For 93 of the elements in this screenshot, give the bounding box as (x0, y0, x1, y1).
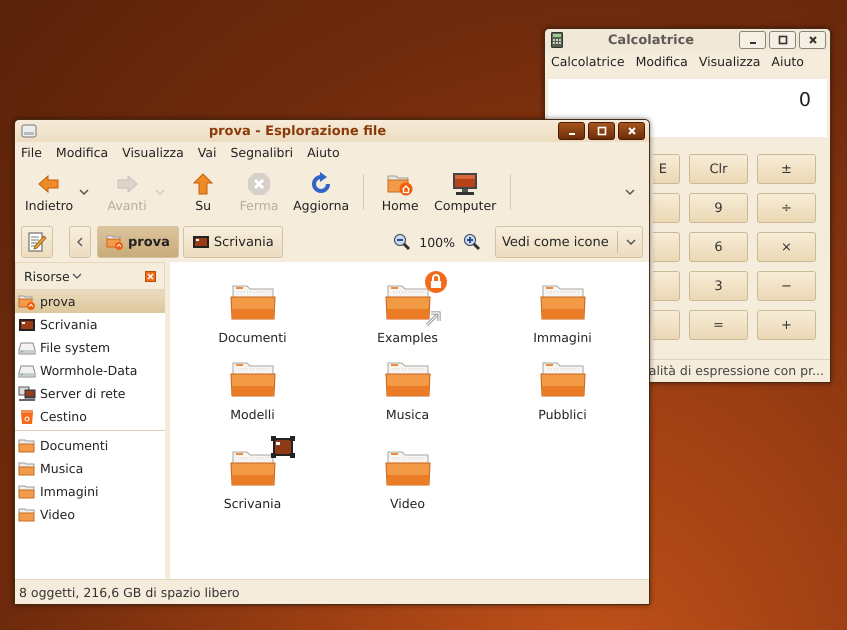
calculator-key[interactable]: + (757, 310, 816, 340)
network-icon (18, 386, 36, 402)
menu-item[interactable]: Visualizza (698, 54, 760, 69)
calculator-key[interactable]: 9 (689, 193, 748, 223)
maximize-button[interactable] (769, 31, 796, 49)
folder-item[interactable]: Documenti (175, 268, 330, 345)
home-folder-icon (106, 234, 124, 250)
zoom-level: 100% (419, 234, 455, 250)
folder-item[interactable]: Pubblici (485, 345, 640, 422)
zoom-out-icon[interactable] (393, 233, 412, 251)
close-icon (808, 35, 818, 45)
folder-icon (18, 438, 36, 454)
calculator-key[interactable]: × (757, 232, 816, 262)
menu-item[interactable]: Calcolatrice (551, 54, 625, 69)
calculator-key[interactable]: E (653, 154, 680, 184)
folder-item[interactable]: Video (330, 434, 485, 511)
menu-item[interactable]: Vai (198, 145, 216, 160)
folder-item[interactable]: Immagini (485, 268, 640, 345)
sidebar-item[interactable]: Video (15, 503, 165, 526)
close-icon[interactable] (145, 270, 156, 282)
menu-item[interactable]: Visualizza (122, 145, 184, 160)
menu-item[interactable]: Modifica (56, 145, 108, 160)
chevron-down-icon (626, 239, 636, 245)
toolbar-button[interactable]: Indietro (21, 172, 78, 212)
window-title: Calcolatrice (606, 32, 696, 48)
sidebar-item[interactable]: Server di rete (15, 382, 165, 405)
close-button[interactable] (799, 31, 826, 49)
drive-icon (18, 362, 36, 378)
sidebar-item[interactable]: prova (15, 290, 165, 313)
maximize-icon (778, 35, 788, 45)
calculator-key[interactable]: − (757, 271, 816, 301)
chevron-down-icon[interactable] (625, 189, 635, 195)
close-icon (626, 126, 636, 136)
calculator-key[interactable]: = (689, 310, 748, 340)
folder-icon (18, 506, 36, 522)
menu-item[interactable]: Aiuto (771, 54, 804, 69)
path-button[interactable]: Scrivania (182, 226, 283, 258)
notepad-icon (27, 231, 47, 253)
chevron-down-icon[interactable] (72, 273, 82, 279)
zoom-in-icon[interactable] (463, 233, 481, 251)
minimize-icon (568, 133, 574, 135)
sidebar-item[interactable]: Scrivania (15, 313, 165, 336)
edit-location-button[interactable] (21, 226, 53, 258)
up-arrow-icon (191, 172, 216, 196)
calculator-key[interactable]: ÷ (757, 193, 816, 223)
toolbar-button[interactable]: Su (177, 172, 230, 212)
desktop-icon (192, 235, 210, 249)
status-text: 8 oggetti, 216,6 GB di spazio libero (19, 584, 240, 600)
toolbar-button[interactable]: Home (374, 172, 426, 212)
sidebar-item[interactable]: Documenti (15, 434, 165, 457)
computer-icon (451, 172, 480, 196)
folder-item[interactable]: Modelli (175, 345, 330, 422)
calculator-key[interactable]: ± (757, 154, 816, 184)
view-mode-dropdown[interactable]: Vedi come icone (495, 226, 643, 258)
home-folder-icon (18, 294, 36, 310)
calculator-key[interactable]: 6 (689, 232, 748, 262)
folder-item[interactable]: Scrivania (175, 434, 330, 511)
folder-item[interactable]: Examples (330, 268, 485, 345)
sidebar-item[interactable]: Cestino (15, 405, 165, 428)
trash-icon (18, 408, 36, 424)
folder-icon (18, 484, 36, 500)
toolbar-button[interactable]: Aggiorna (289, 172, 354, 212)
calculator-key[interactable]: 3 (689, 271, 748, 301)
drive-icon (21, 123, 37, 139)
sidebar-item[interactable]: Wormhole-Data (15, 359, 165, 382)
sidebar-item[interactable]: Musica (15, 457, 165, 480)
menu-item[interactable]: Segnalibri (230, 145, 294, 160)
path-button[interactable]: prova (97, 226, 179, 258)
close-button[interactable] (618, 122, 645, 140)
folder-item[interactable]: Musica (330, 345, 485, 422)
sidebar-item[interactable]: Immagini (15, 480, 165, 503)
menu-item[interactable]: File (21, 145, 42, 160)
maximize-icon (596, 126, 606, 136)
minimize-button[interactable] (739, 31, 766, 49)
sidebar-title[interactable]: Risorse (24, 268, 70, 284)
folder-icon (18, 460, 36, 476)
menu-item[interactable]: Aiuto (307, 145, 340, 160)
calculator-key[interactable]: Clr (689, 154, 748, 184)
display-value: 0 (798, 89, 811, 113)
minimize-button[interactable] (558, 122, 585, 140)
desktop-icon (18, 316, 36, 332)
caret-icon[interactable] (79, 189, 90, 195)
stop-icon (247, 172, 272, 196)
maximize-button[interactable] (588, 122, 615, 140)
toolbar-button[interactable]: Computer (430, 172, 500, 212)
drive-icon (18, 340, 36, 356)
chevron-left-icon (77, 237, 83, 247)
calculator-icon (551, 32, 563, 48)
minimize-icon (750, 42, 756, 44)
window-title: prova - Esplorazione file (208, 124, 388, 138)
menu-item[interactable]: Modifica (636, 54, 688, 69)
sidebar-item[interactable]: File system (15, 336, 165, 359)
status-text: alità di espressione con pr... (648, 363, 824, 378)
